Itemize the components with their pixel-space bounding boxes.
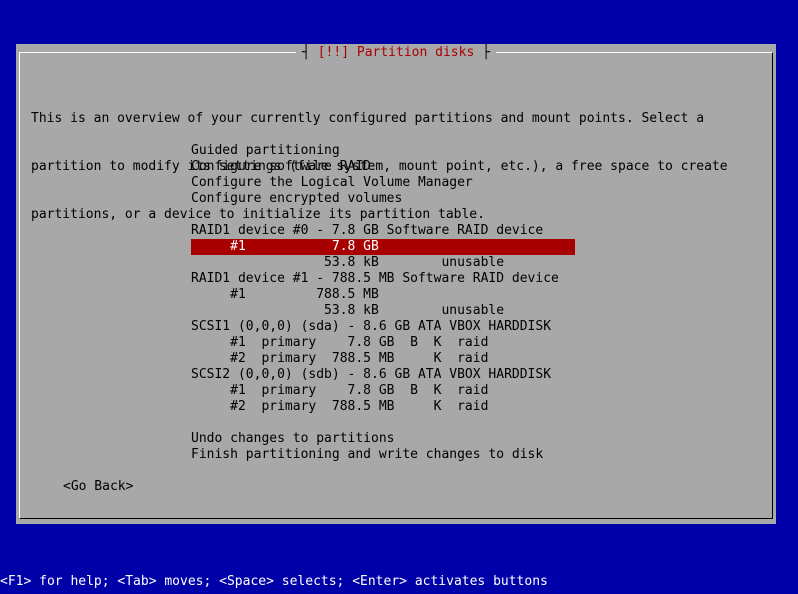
device-scsi1-sda[interactable]: SCSI1 (0,0,0) (sda) - 8.6 GB ATA VBOX HA… [191, 319, 551, 335]
partition-md0-1-selected[interactable]: #1 7.8 GB [191, 239, 575, 255]
intro-line: partition to modify its settings (file s… [31, 159, 728, 174]
partition-sda-2[interactable]: #2 primary 788.5 MB K raid [191, 351, 488, 367]
title-text: Partition disks [356, 45, 475, 60]
partition-sdb-2[interactable]: #2 primary 788.5 MB K raid [191, 399, 488, 415]
menu-item-configure-software-raid[interactable]: Configure software RAID [191, 159, 371, 175]
intro-text: This is an overview of your currently co… [31, 79, 771, 239]
device-raid1-md0[interactable]: RAID1 device #0 - 7.8 GB Software RAID d… [191, 223, 543, 239]
menu-item-guided-partitioning[interactable]: Guided partitioning [191, 143, 340, 159]
device-scsi2-sdb[interactable]: SCSI2 (0,0,0) (sdb) - 8.6 GB ATA VBOX HA… [191, 367, 551, 383]
help-status-bar: <F1> for help; <Tab> moves; <Space> sele… [0, 574, 548, 589]
intro-line: partitions, or a device to initialize it… [31, 207, 485, 222]
dialog-title: ┤ [!!] Partition disks ├ [296, 45, 496, 61]
free-space-md1[interactable]: 53.8 kB unusable [191, 303, 504, 319]
menu-item-finish-partitioning[interactable]: Finish partitioning and write changes to… [191, 447, 543, 463]
menu-item-undo-changes[interactable]: Undo changes to partitions [191, 431, 395, 447]
menu-item-configure-encrypted-volumes[interactable]: Configure encrypted volumes [191, 191, 402, 207]
title-marker: [!!] [317, 45, 350, 60]
intro-line: This is an overview of your currently co… [31, 111, 705, 126]
menu-item-configure-lvm[interactable]: Configure the Logical Volume Manager [191, 175, 473, 191]
partition-md1-1[interactable]: #1 788.5 MB [191, 287, 379, 303]
go-back-button[interactable]: <Go Back> [63, 479, 133, 495]
free-space-md0[interactable]: 53.8 kB unusable [191, 255, 504, 271]
title-right-bar: ├ [474, 45, 490, 60]
device-raid1-md1[interactable]: RAID1 device #1 - 788.5 MB Software RAID… [191, 271, 559, 287]
partition-sdb-1[interactable]: #1 primary 7.8 GB B K raid [191, 383, 488, 399]
title-left-bar: ┤ [302, 45, 318, 60]
partition-sda-1[interactable]: #1 primary 7.8 GB B K raid [191, 335, 488, 351]
